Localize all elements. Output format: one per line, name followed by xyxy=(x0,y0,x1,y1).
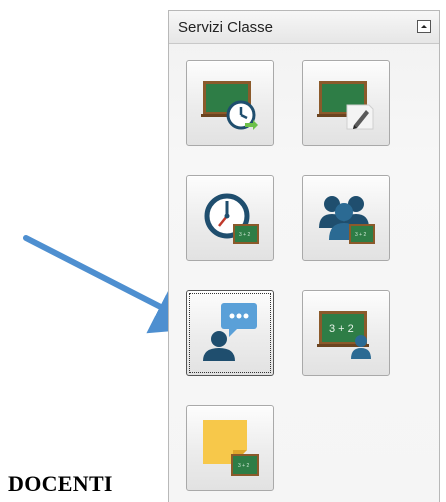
tile-clock-board[interactable]: 3 + 2 xyxy=(186,175,274,261)
board-math-text: 3 + 2 xyxy=(329,323,354,335)
tile-board-clock[interactable] xyxy=(186,60,274,146)
tile-teacher-chat[interactable] xyxy=(186,290,274,376)
svg-text:3 + 2: 3 + 2 xyxy=(355,232,366,238)
tile-board-pencil[interactable] xyxy=(302,60,390,146)
tile-sticky-note-board[interactable]: 3 + 2 xyxy=(186,405,274,491)
servizi-classe-panel: Servizi Classe 3 + 2 3 + 2 3 + 2 3 + 2 xyxy=(168,10,440,502)
svg-text:3 + 2: 3 + 2 xyxy=(238,463,249,469)
classroom-board-pencil-icon xyxy=(317,81,374,130)
students-group-board-icon: 3 + 2 xyxy=(319,196,375,244)
sticky-note-board-icon: 3 + 2 xyxy=(203,420,259,476)
svg-text:3 + 2: 3 + 2 xyxy=(239,232,250,238)
panel-header: Servizi Classe xyxy=(169,10,439,44)
clock-with-board-icon: 3 + 2 xyxy=(204,193,259,244)
collapse-up-icon xyxy=(421,25,427,28)
math-board-teacher-icon: 3 + 2 xyxy=(317,311,371,359)
tile-group-board[interactable]: 3 + 2 xyxy=(302,175,390,261)
teacher-chat-bubble-icon xyxy=(203,303,257,361)
panel-title: Servizi Classe xyxy=(178,19,274,36)
tile-board-math-teacher[interactable]: 3 + 2 xyxy=(302,290,390,376)
collapse-button[interactable] xyxy=(417,20,431,33)
classroom-board-clock-icon xyxy=(201,81,258,130)
docenti-caption: DOCENTI xyxy=(8,471,113,496)
